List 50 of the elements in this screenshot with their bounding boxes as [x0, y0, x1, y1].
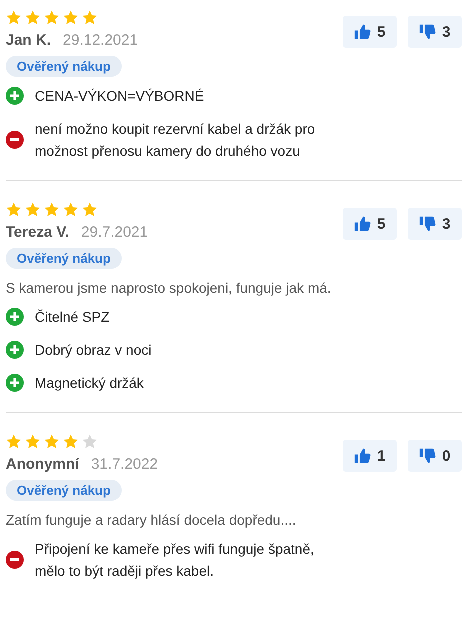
star-icon [44, 10, 60, 26]
author-name: Anonymní [6, 456, 80, 473]
star-icon [25, 434, 41, 450]
minus-icon [6, 551, 24, 569]
minus-icon [6, 131, 24, 149]
star-icon [6, 10, 22, 26]
thumbs-down-icon [419, 448, 436, 464]
thumbs-up-icon [354, 448, 372, 464]
star-icon [6, 434, 22, 450]
star-icon [63, 434, 79, 450]
plus-icon [6, 87, 24, 105]
review-date: 29.12.2021 [63, 32, 138, 49]
dislike-button[interactable]: 0 [408, 440, 462, 472]
star-icon [25, 10, 41, 26]
verified-badge: Ověřený nákup [6, 56, 122, 77]
plus-icon [6, 341, 24, 359]
star-icon [82, 434, 98, 450]
star-icon [6, 202, 22, 218]
pro-text: Čitelné SPZ [35, 308, 110, 327]
review-text: Zatím funguje a radary hlásí docela dopředu.... [6, 511, 298, 530]
review-text: S kamerou jsme naprosto spokojeni, funguje jak má. [6, 279, 332, 298]
thumbs-up-icon [354, 216, 372, 232]
thumbs-down-icon [419, 216, 436, 232]
review-date: 31.7.2022 [91, 456, 158, 473]
con-text: není možno koupit rezervní kabel a držák pro možnost přenosu kamery do druhého vozu [35, 120, 316, 161]
like-button[interactable]: 5 [343, 208, 397, 240]
dislike-button[interactable]: 3 [408, 16, 462, 48]
verified-badge: Ověřený nákup [6, 480, 122, 501]
pro-text: CENA-VÝKON=VÝBORNÉ [35, 87, 204, 106]
con-text: Připojení ke kameře přes wifi funguje špatně, mělo to být raději přes kabel. [35, 540, 316, 581]
star-icon [63, 202, 79, 218]
author-name: Tereza V. [6, 224, 70, 241]
like-button[interactable]: 1 [343, 440, 397, 472]
pro-text: Dobrý obraz v noci [35, 341, 152, 360]
star-icon [82, 202, 98, 218]
star-icon [82, 10, 98, 26]
thumbs-up-icon [354, 24, 372, 40]
like-button[interactable]: 5 [343, 16, 397, 48]
star-icon [44, 434, 60, 450]
pro-text: Magnetický držák [35, 374, 144, 393]
verified-badge: Ověřený nákup [6, 248, 122, 269]
star-icon [63, 10, 79, 26]
dislike-button[interactable]: 3 [408, 208, 462, 240]
plus-icon [6, 308, 24, 326]
review-date: 29.7.2021 [81, 224, 148, 241]
star-icon [25, 202, 41, 218]
star-icon [44, 202, 60, 218]
plus-icon [6, 374, 24, 392]
author-name: Jan K. [6, 32, 52, 49]
thumbs-down-icon [419, 24, 436, 40]
